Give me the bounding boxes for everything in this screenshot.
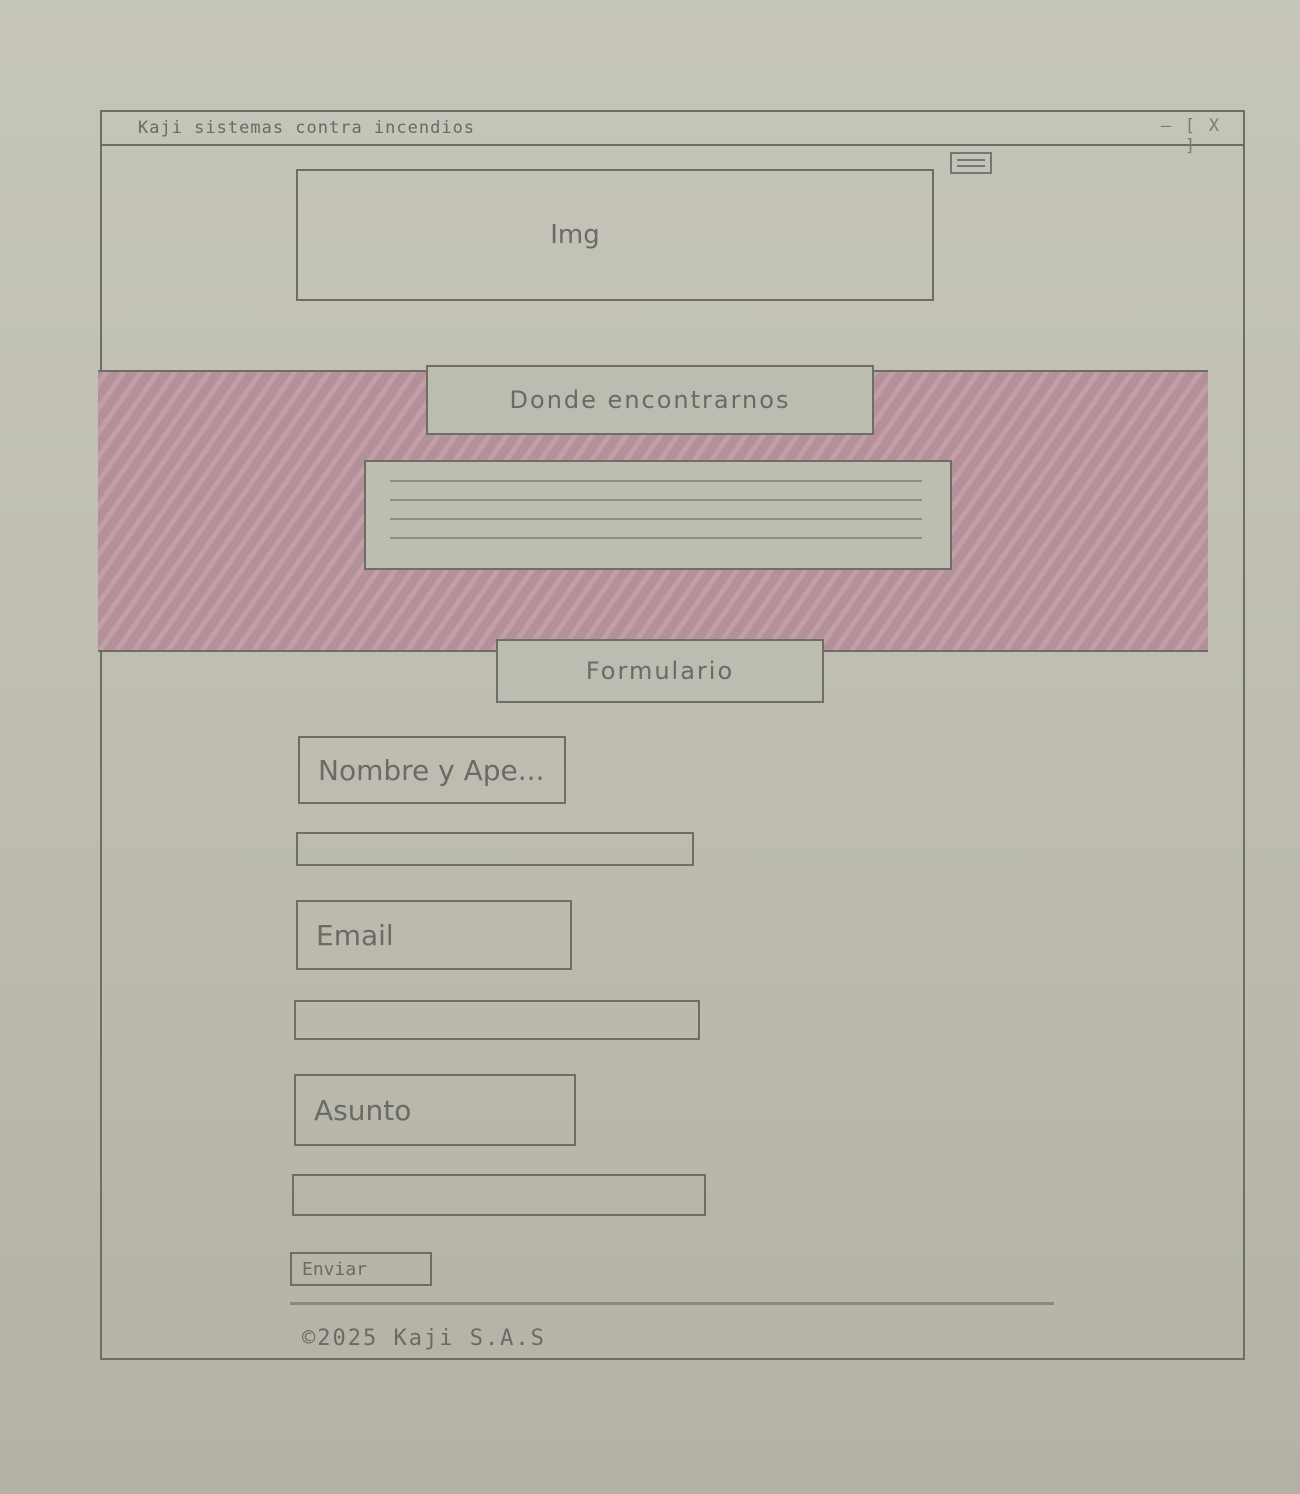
submit-button[interactable]: Enviar — [290, 1252, 432, 1286]
hamburger-menu-icon[interactable] — [950, 152, 992, 174]
form-section-title: Formulario — [496, 639, 824, 703]
text-line — [390, 499, 922, 501]
sketch-paper: Kaji sistemas contra incendios — [ ] X I… — [0, 0, 1300, 1494]
text-line — [390, 537, 922, 539]
window-titlebar: Kaji sistemas contra incendios — [ ] X — [102, 112, 1243, 156]
form-section-title-text: Formulario — [585, 657, 735, 685]
location-section-title-text: Donde encontrarnos — [509, 386, 791, 414]
footer-copyright: ©2025 Kaji S.A.S — [302, 1326, 546, 1351]
subject-label-text: Asunto — [314, 1093, 412, 1127]
subject-field-label: Asunto — [294, 1074, 576, 1146]
browser-window: Kaji sistemas contra incendios — [ ] X I… — [98, 110, 1245, 1360]
close-button[interactable]: X — [1205, 116, 1223, 156]
text-line — [390, 518, 922, 520]
window-title: Kaji sistemas contra incendios — [138, 118, 476, 138]
minimize-button[interactable]: — — [1157, 116, 1175, 156]
window-controls: — [ ] X — [1157, 116, 1223, 156]
email-input[interactable] — [294, 1000, 700, 1040]
email-field-label: Email — [296, 900, 572, 970]
menu-bar — [957, 165, 985, 167]
name-label-text: Nombre y Ape... — [318, 753, 545, 787]
maximize-button[interactable]: [ ] — [1181, 116, 1199, 156]
email-label-text: Email — [316, 918, 394, 952]
text-line — [390, 480, 922, 482]
subject-input[interactable] — [292, 1174, 706, 1216]
hero-image-label: Img — [550, 220, 600, 250]
location-text-block — [364, 460, 952, 570]
location-section-title: Donde encontrarnos — [426, 365, 874, 435]
name-input[interactable] — [296, 832, 694, 866]
footer-divider — [290, 1302, 1054, 1305]
menu-bar — [957, 159, 985, 161]
name-field-label: Nombre y Ape... — [298, 736, 566, 804]
hero-image-placeholder: Img — [296, 169, 934, 301]
